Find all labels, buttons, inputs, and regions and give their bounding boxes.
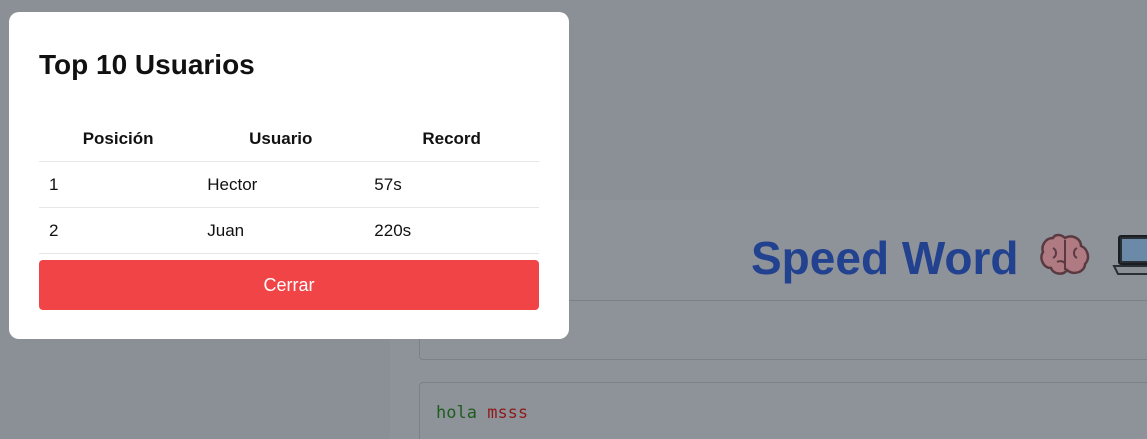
top-users-modal: Top 10 Usuarios Posición Usuario Record … bbox=[9, 12, 569, 339]
cell-position: 1 bbox=[39, 161, 198, 208]
cell-user: Juan bbox=[197, 207, 365, 254]
header-record: Record bbox=[364, 116, 539, 162]
typing-input[interactable]: hola msss bbox=[419, 382, 1147, 439]
close-button[interactable]: Cerrar bbox=[39, 260, 539, 310]
modal-title: Top 10 Usuarios bbox=[39, 49, 255, 80]
cell-position: 2 bbox=[39, 207, 198, 254]
cell-record: 57s bbox=[364, 161, 539, 208]
typed-word-separator bbox=[477, 403, 487, 423]
cell-user: Hector bbox=[197, 161, 365, 208]
brain-icon bbox=[1039, 232, 1091, 292]
cell-record: 220s bbox=[364, 207, 539, 254]
laptop-icon bbox=[1112, 232, 1147, 292]
app-title-text: Speed Word bbox=[751, 232, 1019, 284]
table-header-row: Posición Usuario Record bbox=[39, 116, 539, 162]
ranking-table: Posición Usuario Record 1 Hector 57s 2 J… bbox=[39, 116, 539, 254]
table-row: 1 Hector 57s bbox=[39, 161, 539, 208]
table-row: 2 Juan 220s bbox=[39, 207, 539, 254]
typed-word-correct: hola bbox=[436, 403, 477, 423]
header-user: Usuario bbox=[197, 116, 365, 162]
app-title: Speed Word bbox=[751, 228, 1147, 292]
header-position: Posición bbox=[39, 116, 198, 162]
typed-word-incorrect: msss bbox=[487, 403, 529, 423]
